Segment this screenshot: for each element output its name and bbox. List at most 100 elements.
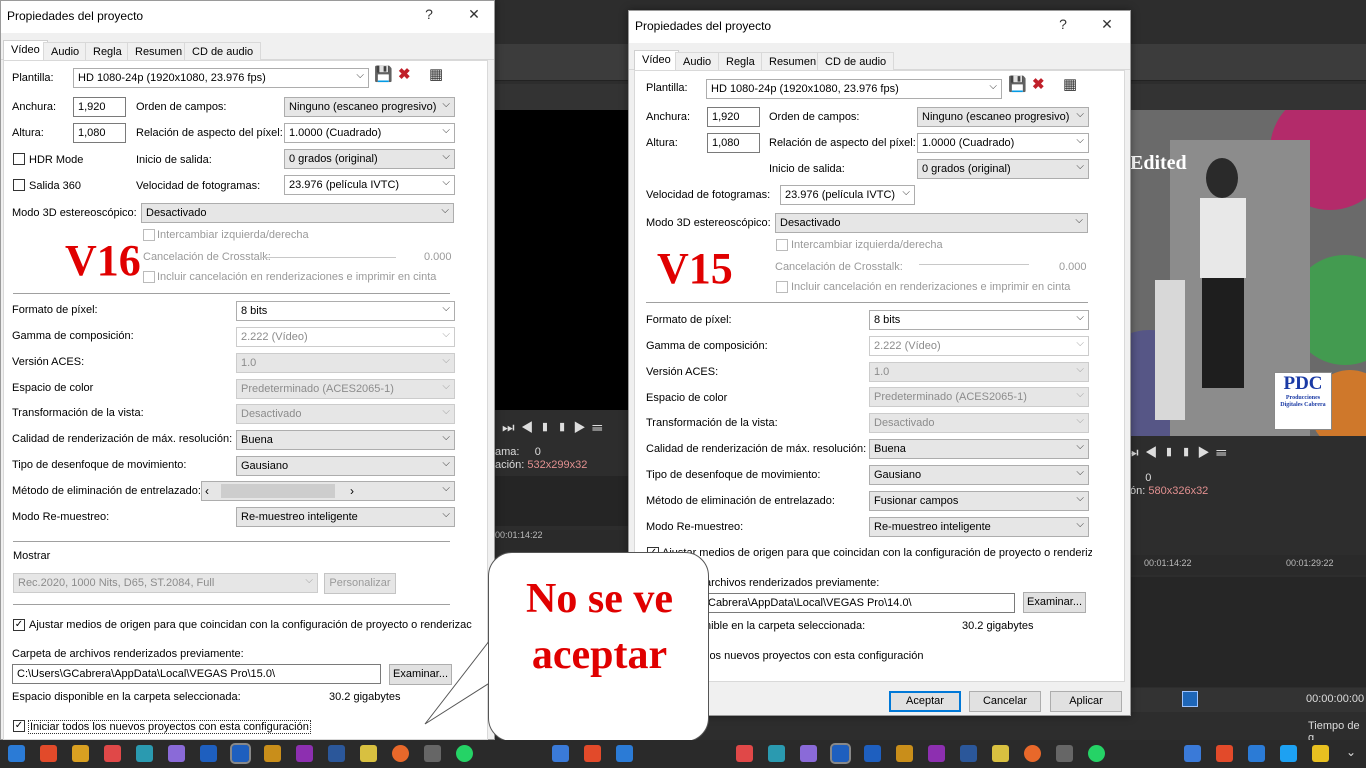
v15-desenfoque-select[interactable]: Gausiano ⌵ bbox=[869, 465, 1089, 485]
snap-icon[interactable] bbox=[1182, 691, 1198, 707]
taskbar-app-icon[interactable] bbox=[1056, 745, 1073, 762]
v16-entrelazado-select[interactable]: ‹ › ⌵ bbox=[201, 481, 455, 501]
delete-icon[interactable]: ✖ bbox=[398, 67, 411, 83]
taskbar-firefox-icon[interactable] bbox=[1024, 745, 1041, 762]
taskbar-app-icon[interactable] bbox=[168, 745, 185, 762]
v16-calidad-select[interactable]: Buena ⌵ bbox=[236, 430, 455, 450]
taskbar-app-icon[interactable] bbox=[1184, 745, 1201, 762]
v16-tab-cd-audio[interactable]: CD de audio bbox=[184, 42, 262, 60]
v15-inicio-select[interactable]: 0 grados (original) ⌵ bbox=[917, 159, 1089, 179]
v16-carpeta-input[interactable]: C:\Users\GCabrera\AppData\Local\VEGAS Pr… bbox=[12, 664, 381, 684]
taskbar-word-icon[interactable] bbox=[960, 745, 977, 762]
v15-tab-video[interactable]: Vídeo bbox=[634, 50, 679, 71]
v15-entrelazado-select[interactable]: Fusionar campos ⌵ bbox=[869, 491, 1089, 511]
v16-entrelazado-scrollbar[interactable] bbox=[221, 484, 335, 498]
v16-mostrar-select[interactable]: Rec.2020, 1000 Nits, D65, ST.2084, Full ⌵ bbox=[13, 573, 318, 593]
v16-anchura-input[interactable]: 1,920 bbox=[73, 97, 126, 117]
taskbar-app-icon[interactable] bbox=[552, 745, 569, 762]
taskbar-app-icon[interactable] bbox=[1216, 745, 1233, 762]
v15-espacio-select[interactable]: Predeterminado (ACES2065-1) ⌵ bbox=[869, 387, 1089, 407]
v16-intercambiar-checkbox[interactable] bbox=[143, 229, 155, 241]
v16-aces-select[interactable]: 1.0 ⌵ bbox=[236, 353, 455, 373]
v16-ajustar-checkbox[interactable]: ✓ bbox=[13, 619, 25, 631]
v16-inicio-select[interactable]: 0 grados (original) ⌵ bbox=[284, 149, 455, 169]
v16-formato-select[interactable]: 8 bits ⌵ bbox=[236, 301, 455, 321]
v16-incluir-checkbox[interactable] bbox=[143, 271, 155, 283]
v16-espacio-select[interactable]: Predeterminado (ACES2065-1) ⌵ bbox=[236, 379, 455, 399]
v15-remuestreo-select[interactable]: Re-muestreo inteligente ⌵ bbox=[869, 517, 1089, 537]
taskbar-vegas-icon[interactable] bbox=[864, 745, 881, 762]
taskbar-app-icon[interactable] bbox=[768, 745, 785, 762]
right-transport-controls[interactable]: ⏭◀▮▮▶☰ bbox=[1126, 444, 1232, 461]
taskbar-whatsapp-icon[interactable] bbox=[456, 745, 473, 762]
v15-calidad-select[interactable]: Buena ⌵ bbox=[869, 439, 1089, 459]
v15-aces-select[interactable]: 1.0 ⌵ bbox=[869, 362, 1089, 382]
v16-velocidad-select[interactable]: 23.976 (película IVTC) ⌵ bbox=[284, 175, 455, 195]
v15-velocidad-select[interactable]: 23.976 (película IVTC) ⌵ bbox=[780, 185, 915, 205]
v16-tab-resumen[interactable]: Resumen bbox=[127, 42, 191, 60]
v15-transformacion-select[interactable]: Desactivado ⌵ bbox=[869, 413, 1089, 433]
v15-tab-resumen[interactable]: Resumen bbox=[761, 52, 825, 70]
v15-aceptar-button[interactable]: Aceptar bbox=[889, 691, 961, 712]
v16-relacion-select[interactable]: 1.0000 (Cuadrado) ⌵ bbox=[284, 123, 455, 143]
taskbar-app-icon[interactable] bbox=[800, 745, 817, 762]
v15-relacion-select[interactable]: 1.0000 (Cuadrado) ⌵ bbox=[917, 133, 1089, 153]
taskbar-home-icon[interactable] bbox=[360, 745, 377, 762]
taskbar-app-icon[interactable] bbox=[424, 745, 441, 762]
taskbar-home-icon[interactable] bbox=[992, 745, 1009, 762]
v16-plantilla-select[interactable]: HD 1080-24p (1920x1080, 23.976 fps) ⌵ bbox=[73, 68, 369, 88]
v16-crosstalk-slider[interactable] bbox=[261, 257, 396, 258]
taskbar-app-icon[interactable] bbox=[1280, 745, 1297, 762]
v15-orden-select[interactable]: Ninguno (escaneo progresivo) ⌵ bbox=[917, 107, 1089, 127]
v15-match-media-icon[interactable]: ▦ bbox=[1063, 77, 1077, 93]
v16-gamma-select[interactable]: 2.222 (Vídeo) ⌵ bbox=[236, 327, 455, 347]
v15-tab-audio[interactable]: Audio bbox=[675, 52, 720, 70]
v16-tab-video[interactable]: Vídeo bbox=[3, 40, 48, 61]
v15-tab-cd-audio[interactable]: CD de audio bbox=[817, 52, 895, 70]
left-transport-controls[interactable]: ⏭◀▮▮▶☰ bbox=[502, 419, 608, 436]
v15-aplicar-button[interactable]: Aplicar bbox=[1050, 691, 1122, 712]
taskbar-app-icon[interactable] bbox=[104, 745, 121, 762]
v16-personalizar-button[interactable]: Personalizar bbox=[324, 573, 396, 594]
v16-help-button[interactable]: ? bbox=[419, 6, 439, 22]
taskbar-word-icon[interactable] bbox=[328, 745, 345, 762]
v15-altura-input[interactable]: 1,080 bbox=[707, 133, 760, 153]
taskbar-app-icon[interactable] bbox=[136, 745, 153, 762]
v15-tab-regla[interactable]: Regla bbox=[718, 52, 763, 70]
v16-tab-regla[interactable]: Regla bbox=[85, 42, 130, 60]
v16-close-button[interactable]: ✕ bbox=[464, 6, 484, 23]
taskbar-app-icon[interactable] bbox=[40, 745, 57, 762]
match-media-icon[interactable]: ▦ bbox=[429, 67, 443, 83]
taskbar-vegas-icon[interactable] bbox=[230, 743, 251, 764]
v16-hdr-checkbox[interactable] bbox=[13, 153, 25, 165]
v15-intercambiar-checkbox[interactable] bbox=[776, 239, 788, 251]
v16-tab-audio[interactable]: Audio bbox=[43, 42, 88, 60]
taskbar-app-icon[interactable] bbox=[896, 745, 913, 762]
taskbar-app-icon[interactable] bbox=[264, 745, 281, 762]
taskbar-onenote-icon[interactable] bbox=[296, 745, 313, 762]
v15-help-button[interactable]: ? bbox=[1053, 16, 1073, 32]
v15-crosstalk-slider[interactable] bbox=[919, 264, 1029, 265]
v15-anchura-input[interactable]: 1,920 bbox=[707, 107, 760, 127]
scroll-left-icon[interactable]: ‹ bbox=[205, 484, 209, 498]
v15-plantilla-select[interactable]: HD 1080-24p (1920x1080, 23.976 fps) ⌵ bbox=[706, 79, 1002, 99]
v16-modo3d-select[interactable]: Desactivado ⌵ bbox=[141, 203, 454, 223]
v15-modo3d-select[interactable]: Desactivado ⌵ bbox=[775, 213, 1088, 233]
v15-close-button[interactable]: ✕ bbox=[1097, 16, 1117, 33]
v16-iniciar-checkbox[interactable]: ✓ bbox=[13, 720, 25, 732]
save-icon[interactable]: 💾 bbox=[374, 67, 393, 83]
v16-transformacion-select[interactable]: Desactivado ⌵ bbox=[236, 404, 455, 424]
taskbar-app-icon[interactable] bbox=[1312, 745, 1329, 762]
taskbar-app-icon[interactable] bbox=[616, 745, 633, 762]
v15-formato-select[interactable]: 8 bits ⌵ bbox=[869, 310, 1089, 330]
scroll-right-icon[interactable]: › bbox=[350, 484, 354, 498]
v15-carpeta-input[interactable]: Cabrera\AppData\Local\VEGAS Pro\14.0\ bbox=[703, 593, 1015, 613]
taskbar-app-icon[interactable] bbox=[584, 745, 601, 762]
taskbar-app-icon[interactable] bbox=[72, 745, 89, 762]
v15-cancelar-button[interactable]: Cancelar bbox=[969, 691, 1041, 712]
v16-orden-select[interactable]: Ninguno (escaneo progresivo) ⌵ bbox=[284, 97, 455, 117]
v16-salida360-checkbox[interactable] bbox=[13, 179, 25, 191]
v15-incluir-checkbox[interactable] bbox=[776, 281, 788, 293]
taskbar-firefox-icon[interactable] bbox=[392, 745, 409, 762]
taskbar-app-icon[interactable] bbox=[736, 745, 753, 762]
